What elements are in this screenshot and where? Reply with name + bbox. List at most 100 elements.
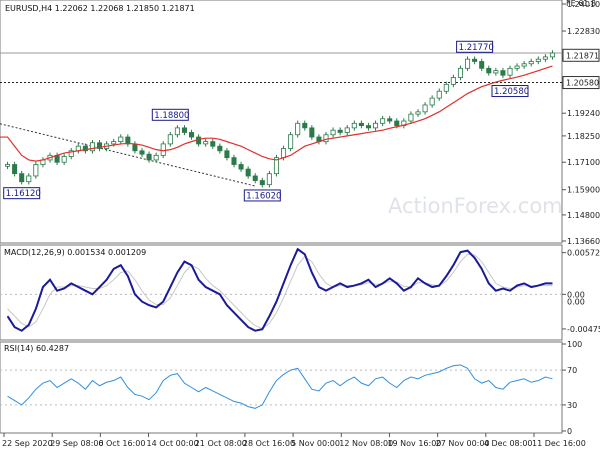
candle-body: [373, 122, 379, 129]
x-tick-label: 5 Nov 00:00: [291, 439, 340, 448]
rsi-ytick-label: 100: [567, 340, 582, 349]
main-ytick-label: 1.14800: [567, 211, 600, 220]
candle-body: [295, 122, 301, 136]
candle-body: [153, 154, 159, 161]
main-y-axis: 1.240101.228301.216301.204501.192401.182…: [562, 0, 600, 246]
candle-body: [429, 97, 435, 106]
main-ytick-label: 1.13660: [567, 237, 600, 246]
candle-body: [521, 63, 527, 67]
candle-body: [542, 56, 548, 60]
candle-body: [528, 61, 534, 65]
candle-body: [465, 58, 471, 69]
candle-body: [309, 127, 315, 138]
x-tick-label: 6 Oct 16:00: [98, 439, 145, 448]
candle-body: [174, 127, 180, 136]
candle-body: [358, 122, 364, 126]
candle-body: [472, 58, 478, 62]
candle-body: [288, 134, 294, 149]
main-ytick-label: 1.24010: [567, 0, 600, 9]
rsi-ytick-label: 70: [567, 366, 577, 375]
price-annotation: 1.21770: [456, 40, 494, 53]
candle-body: [217, 145, 223, 152]
candle-body: [118, 136, 124, 143]
macd-y-axis: 0.0057250.00-0.0047550.00: [562, 249, 600, 334]
candle-body: [167, 134, 173, 145]
candle-body: [344, 127, 350, 133]
annotation-label: 1.16120: [6, 189, 41, 199]
candle-body: [514, 65, 520, 69]
x-tick-label: 11 Dec 16:00: [532, 439, 586, 448]
current-price-label: 1.21871: [566, 51, 599, 60]
time-x-axis: 22 Sep 202029 Sep 08:006 Oct 16:00 14 Oct…: [2, 433, 586, 448]
price-annotation: 1.18800: [151, 108, 189, 121]
x-tick-label: 12 Nov 08:00: [339, 439, 393, 448]
candle-body: [5, 164, 11, 167]
candle: [288, 132, 294, 152]
watermark: ActionForex.com: [388, 194, 563, 218]
candle-body: [408, 113, 414, 122]
rsi-panel: RSI(14) 60.4287 100 70 30 0: [0, 340, 582, 436]
candle-body: [493, 70, 499, 74]
macd-title: MACD(12,26,9) 0.001534 0.001209: [4, 248, 146, 257]
price-annotation: 1.16120: [3, 187, 41, 200]
candle-body: [224, 150, 230, 159]
candle-body: [33, 164, 39, 177]
candle-body: [259, 180, 265, 186]
candle-body: [415, 111, 421, 115]
support-price-marker: 1.20580: [562, 76, 600, 90]
annotation-label: 1.21770: [459, 43, 494, 53]
candle-body: [146, 153, 152, 161]
candle-body: [245, 168, 251, 177]
candle-body: [450, 77, 456, 85]
x-tick-label: 22 Sep 2020: [2, 439, 53, 448]
current-price-marker: 1.21871: [562, 48, 600, 62]
candle-body: [181, 127, 187, 133]
main-panel-title: EURUSD,H4 1.22062 1.22068 1.21850 1.2187…: [5, 4, 195, 13]
candle-body: [189, 132, 195, 138]
candle-body: [281, 148, 287, 159]
candle-body: [535, 58, 541, 62]
candle-body: [500, 70, 506, 76]
macd-ytick-label: -0.004755: [567, 325, 600, 334]
x-tick-label: 19 Nov 16:00: [387, 439, 441, 448]
rsi-y-axis: 100 70 30 0: [562, 340, 582, 436]
candle-body: [132, 143, 138, 152]
candle-body: [507, 67, 513, 76]
support-price-label: 1.20580: [566, 79, 599, 88]
candle-body: [196, 136, 202, 145]
candle-body: [330, 129, 336, 136]
candle-body: [210, 141, 216, 147]
candle-body: [422, 104, 428, 113]
candle-body: [486, 67, 492, 74]
candle-body: [436, 90, 442, 99]
candle-body: [139, 150, 145, 155]
candle-body: [19, 173, 25, 183]
candle-body: [387, 118, 393, 122]
candle-body: [12, 164, 18, 175]
candle-body: [61, 156, 67, 163]
price-annotation: 1.20580: [491, 85, 529, 98]
candle: [295, 120, 301, 138]
current-price-markers: 1.21871 1.20580: [562, 48, 600, 90]
candle-body: [266, 173, 272, 186]
main-ytick-label: 1.15900: [567, 186, 600, 195]
candle-body: [111, 141, 117, 145]
x-tick-label: 4 Dec 08:00: [484, 439, 533, 448]
x-tick-label: 21 Oct 08:00: [195, 439, 247, 448]
candle-body: [337, 129, 343, 133]
forex-chart: ActionForex.com EURUSD,H4 1.22062 1.2206…: [0, 0, 600, 448]
candle-body: [26, 175, 32, 183]
annotation-label: 1.16020: [246, 191, 281, 201]
candle: [160, 141, 166, 159]
main-ytick-label: 1.19240: [567, 109, 600, 118]
x-tick-label: 14 Oct 00:00: [147, 439, 199, 448]
rsi-ytick-label: 0: [567, 427, 572, 436]
candle-body: [323, 134, 329, 143]
candle-body: [549, 52, 555, 58]
candle-body: [89, 142, 95, 152]
candle-body: [380, 118, 386, 124]
annotation-label: 1.18800: [154, 111, 189, 121]
candle-body: [443, 83, 449, 92]
main-panel: ActionForex.com EURUSD,H4 1.22062 1.2206…: [0, 0, 600, 246]
x-tick-label: 29 Sep 08:00: [50, 439, 103, 448]
